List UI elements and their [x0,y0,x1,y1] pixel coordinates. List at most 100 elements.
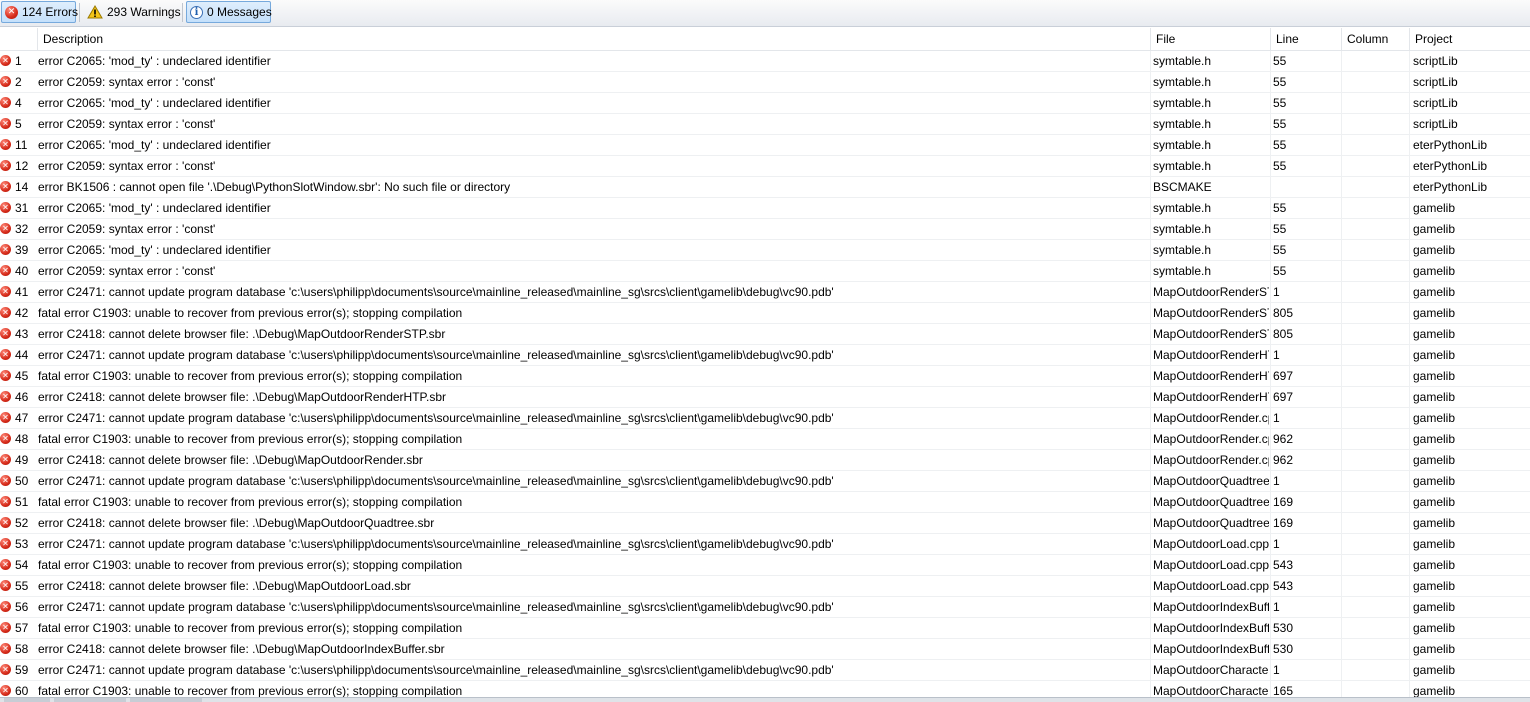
error-row[interactable]: ✕ 5 error C2059: syntax error : 'const' sym… [0,114,1530,135]
error-row[interactable]: ✕ 42 fatal error C1903: unable to recover … [0,303,1530,324]
error-row[interactable]: ✕ 56 error C2471: cannot update program da… [0,597,1530,618]
error-row[interactable]: ✕ 50 error C2471: cannot update program da… [0,471,1530,492]
error-column [1344,429,1406,449]
error-project: scriptLib [1413,96,1458,110]
error-row[interactable]: ✕ 53 error C2471: cannot update program da… [0,534,1530,555]
error-row[interactable]: ✕ 47 error C2471: cannot update program da… [0,408,1530,429]
error-row-icon-cell: ✕ [0,450,12,470]
column-header-column[interactable]: Column [1341,28,1409,50]
error-row[interactable]: ✕ 57 fatal error C1903: unable to recover … [0,618,1530,639]
error-row[interactable]: ✕ 41 error C2471: cannot update program da… [0,282,1530,303]
error-row[interactable]: ✕ 60 fatal error C1903: unable to recover … [0,681,1530,697]
error-icon: ✕ [0,559,11,570]
error-column [1344,576,1406,596]
error-number: 59 [15,663,29,677]
error-description: error C2059: syntax error : 'const' [38,222,216,236]
bottom-tab[interactable] [130,698,202,702]
error-description: error C2065: 'mod_ty' : undeclared ident… [38,243,271,257]
error-row[interactable]: ✕ 39 error C2065: 'mod_ty' : undeclared id… [0,240,1530,261]
column-header-line[interactable]: Line [1270,28,1341,50]
error-file: symtable.h [1153,54,1212,68]
error-row[interactable]: ✕ 46 error C2418: cannot delete browser fi… [0,387,1530,408]
error-file: symtable.h [1153,222,1212,236]
error-row-icon-cell: ✕ [0,618,12,638]
error-row[interactable]: ✕ 52 error C2418: cannot delete browser fi… [0,513,1530,534]
error-line: 697 [1273,369,1294,383]
error-description: error C2471: cannot update program datab… [38,411,834,425]
bottom-tab[interactable] [54,698,126,702]
error-column [1344,135,1406,155]
error-project: gamelib [1413,516,1456,530]
error-file: MapOutdoorQuadtree.cpp [1153,474,1269,488]
error-row[interactable]: ✕ 2 error C2059: syntax error : 'const' sym… [0,72,1530,93]
messages-filter-button[interactable]: i 0 Messages [186,1,272,23]
error-row[interactable]: ✕ 1 error C2065: 'mod_ty' : undeclared ide… [0,51,1530,72]
error-project: gamelib [1413,201,1456,215]
error-row[interactable]: ✕ 55 error C2418: cannot delete browser fi… [0,576,1530,597]
error-row[interactable]: ✕ 31 error C2065: 'mod_ty' : undeclared id… [0,198,1530,219]
error-number: 50 [15,474,29,488]
error-project: gamelib [1413,264,1456,278]
error-number: 57 [15,621,29,635]
error-icon: ✕ [0,223,11,234]
error-number: 52 [15,516,29,530]
error-project: scriptLib [1413,117,1458,131]
error-file: symtable.h [1153,117,1212,131]
error-project: scriptLib [1413,54,1458,68]
bottom-tab[interactable] [4,698,50,702]
column-header-index[interactable] [0,28,37,50]
error-description: error C2471: cannot update program datab… [38,600,834,614]
error-line: 55 [1273,243,1287,257]
error-number: 48 [15,432,29,446]
error-row[interactable]: ✕ 48 fatal error C1903: unable to recover … [0,429,1530,450]
error-row[interactable]: ✕ 43 error C2418: cannot delete browser fi… [0,324,1530,345]
error-row[interactable]: ✕ 11 error C2065: 'mod_ty' : undeclared id… [0,135,1530,156]
error-line: 530 [1273,642,1294,656]
error-row[interactable]: ✕ 4 error C2065: 'mod_ty' : undeclared ide… [0,93,1530,114]
error-row[interactable]: ✕ 14 error BK1506 : cannot open file '.\De… [0,177,1530,198]
error-row[interactable]: ✕ 49 error C2418: cannot delete browser fi… [0,450,1530,471]
error-row[interactable]: ✕ 40 error C2059: syntax error : 'const' sy… [0,261,1530,282]
error-column [1344,555,1406,575]
error-project: gamelib [1413,411,1456,425]
column-header-file[interactable]: File [1150,28,1270,50]
error-row[interactable]: ✕ 59 error C2471: cannot update program da… [0,660,1530,681]
error-row[interactable]: ✕ 58 error C2418: cannot delete browser fi… [0,639,1530,660]
error-file: MapOutdoorIndexBuffer.cpp [1153,642,1269,656]
error-row[interactable]: ✕ 44 error C2471: cannot update program da… [0,345,1530,366]
error-row-icon-cell: ✕ [0,156,12,176]
error-description: error C2059: syntax error : 'const' [38,75,216,89]
error-file: MapOutdoorRenderHTP.cpp [1153,369,1269,383]
column-header-description[interactable]: Description [37,28,1150,50]
error-icon: ✕ [0,328,11,339]
error-row[interactable]: ✕ 32 error C2059: syntax error : 'const' sy… [0,219,1530,240]
errors-filter-button[interactable]: ✕ 124 Errors [1,1,78,23]
error-icon: ✕ [0,517,11,528]
error-description: error C2418: cannot delete browser file:… [38,579,411,593]
error-column [1344,345,1406,365]
toolbar-separator [79,3,80,22]
error-project: gamelib [1413,390,1456,404]
error-description: error C2471: cannot update program datab… [38,474,834,488]
column-header-project[interactable]: Project [1409,28,1530,50]
error-icon: ✕ [0,286,11,297]
error-row[interactable]: ✕ 54 fatal error C1903: unable to recover … [0,555,1530,576]
error-description: error C2471: cannot update program datab… [38,348,834,362]
error-description: fatal error C1903: unable to recover fro… [38,369,463,383]
error-list-grid: Description File Line Column Project ✕ 1 e… [0,28,1530,697]
error-icon: ✕ [0,580,11,591]
messages-filter-label: 0 Messages [207,5,272,19]
warnings-filter-button[interactable]: 293 Warnings [83,1,181,23]
error-icon: ✕ [0,538,11,549]
error-row[interactable]: ✕ 12 error C2059: syntax error : 'const' sy… [0,156,1530,177]
error-row[interactable]: ✕ 51 fatal error C1903: unable to recover … [0,492,1530,513]
error-number: 40 [15,264,29,278]
error-description: error C2471: cannot update program datab… [38,537,834,551]
error-row-icon-cell: ✕ [0,324,12,344]
error-line: 55 [1273,201,1287,215]
error-column [1344,387,1406,407]
error-row[interactable]: ✕ 45 fatal error C1903: unable to recover … [0,366,1530,387]
error-project: gamelib [1413,537,1456,551]
error-description: fatal error C1903: unable to recover fro… [38,306,463,320]
error-icon: ✕ [0,139,11,150]
